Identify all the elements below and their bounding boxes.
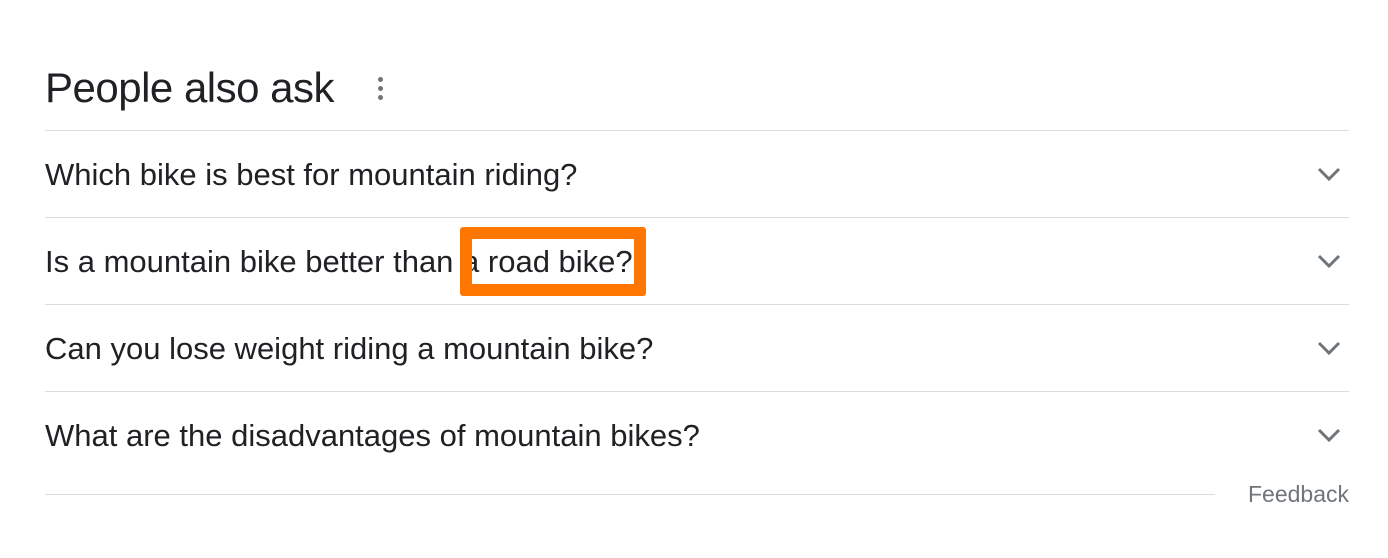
question-text: Which bike is best for mountain riding?	[45, 156, 578, 192]
question-row[interactable]: Can you lose weight riding a mountain bi…	[45, 305, 1349, 391]
question-row[interactable]: What are the disadvantages of mountain b…	[45, 392, 1349, 478]
paa-title: People also ask	[45, 64, 335, 111]
question-text: Is a mountain bike better than a road bi…	[45, 243, 633, 279]
paa-header: People also ask	[45, 60, 392, 116]
question-text: What are the disadvantages of mountain b…	[45, 417, 700, 453]
chevron-down-icon[interactable]	[1309, 415, 1349, 455]
chevron-down-icon[interactable]	[1309, 154, 1349, 194]
chevron-down-icon[interactable]	[1309, 241, 1349, 281]
question-row[interactable]: Is a mountain bike better than a road bi…	[45, 218, 1349, 304]
more-options-button[interactable]	[368, 68, 392, 108]
feedback-row: Feedback	[45, 478, 1349, 510]
question-row[interactable]: Which bike is best for mountain riding?	[45, 131, 1349, 217]
more-vert-icon	[377, 76, 383, 82]
divider	[45, 494, 1215, 495]
chevron-down-icon[interactable]	[1309, 328, 1349, 368]
feedback-link[interactable]: Feedback	[1248, 478, 1349, 510]
question-text: Can you lose weight riding a mountain bi…	[45, 330, 654, 366]
